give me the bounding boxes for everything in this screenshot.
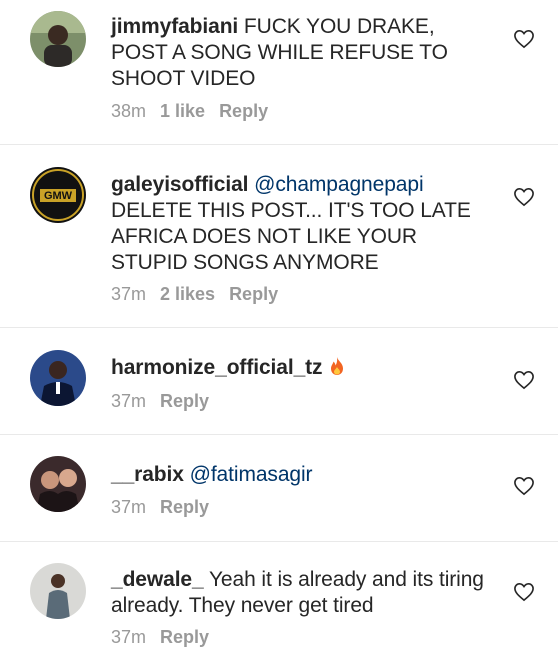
comment-time: 37m — [111, 284, 147, 304]
reply-button[interactable]: Reply — [229, 284, 278, 304]
comment-username[interactable]: _dewale_ — [111, 568, 204, 591]
heart-outline-icon[interactable] — [513, 29, 535, 49]
comment-time: 37m — [111, 627, 147, 647]
avatar-logo-text: GMW — [44, 190, 73, 202]
reply-button[interactable]: Reply — [160, 497, 209, 517]
heart-outline-icon[interactable] — [513, 370, 535, 390]
comment-body: DELETE THIS POST... IT'S TOO LATE AFRICA… — [111, 199, 471, 274]
comment-username[interactable]: harmonize_official_tz — [111, 356, 323, 379]
comment-meta: 37m 2 likes Reply — [111, 283, 292, 305]
reply-button[interactable]: Reply — [160, 627, 209, 647]
comment-likes[interactable]: 1 like — [160, 101, 205, 121]
comment-likes[interactable]: 2 likes — [160, 284, 215, 304]
comment-text: harmonize_official_tz — [111, 355, 491, 381]
comment-meta: 38m 1 like Reply — [111, 100, 282, 122]
reply-button[interactable]: Reply — [219, 101, 268, 121]
comment-item: _dewale_ Yeah it is already and its tiri… — [0, 542, 558, 652]
fire-emoji — [328, 356, 346, 376]
comment-time: 37m — [111, 497, 147, 517]
heart-outline-icon[interactable] — [513, 476, 535, 496]
comment-mention[interactable]: @champagnepapi — [254, 173, 423, 196]
avatar[interactable] — [30, 563, 86, 619]
comment-meta: 37m Reply — [111, 496, 223, 518]
comment-meta: 37m Reply — [111, 390, 223, 412]
comment-username[interactable]: galeyisofficial — [111, 173, 248, 196]
comment-item: __rabix @fatimasagir 37m Reply — [0, 435, 558, 542]
reply-button[interactable]: Reply — [160, 391, 209, 411]
avatar[interactable]: GMW — [30, 167, 86, 223]
comment-text: galeyisofficial @champagnepapi DELETE TH… — [111, 172, 491, 276]
comment-item: harmonize_official_tz 37m Reply — [0, 328, 558, 435]
heart-outline-icon[interactable] — [513, 582, 535, 602]
comment-time: 37m — [111, 391, 147, 411]
comment-mention[interactable]: @fatimasagir — [190, 463, 313, 486]
comment-item: jimmyfabiani FUCK YOU DRAKE, POST A SONG… — [0, 0, 558, 145]
comment-text: __rabix @fatimasagir — [111, 462, 491, 488]
comment-text: _dewale_ Yeah it is already and its tiri… — [111, 567, 491, 619]
comment-text: jimmyfabiani FUCK YOU DRAKE, POST A SONG… — [111, 14, 491, 92]
comment-item: GMW galeyisofficial @champagnepapi DELET… — [0, 145, 558, 328]
comment-username[interactable]: jimmyfabiani — [111, 15, 238, 38]
avatar[interactable] — [30, 350, 86, 406]
comment-username[interactable]: __rabix — [111, 463, 184, 486]
comment-meta: 37m Reply — [111, 626, 223, 648]
comment-time: 38m — [111, 101, 147, 121]
avatar[interactable] — [30, 456, 86, 512]
heart-outline-icon[interactable] — [513, 187, 535, 207]
avatar[interactable] — [30, 11, 86, 67]
